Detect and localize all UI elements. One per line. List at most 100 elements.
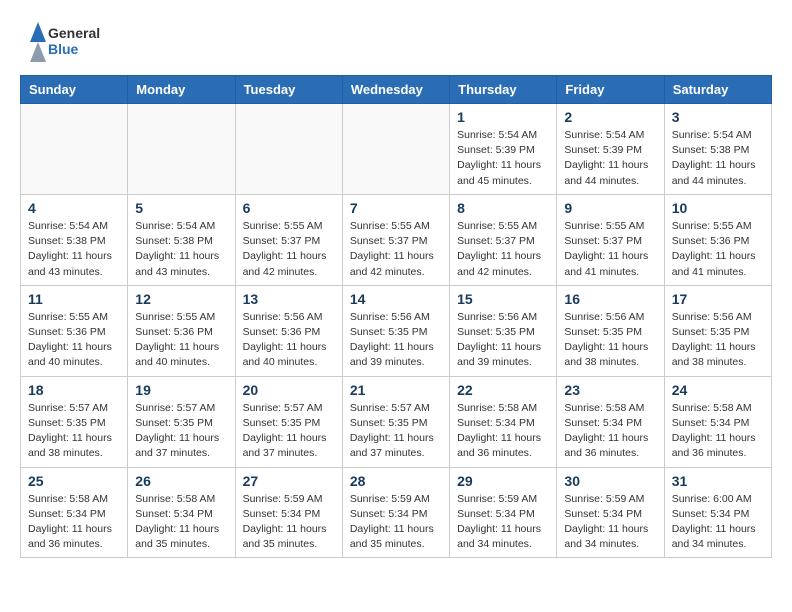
day-info: Sunrise: 5:55 AM Sunset: 5:37 PM Dayligh… xyxy=(350,219,442,280)
calendar-cell: 16Sunrise: 5:56 AM Sunset: 5:35 PM Dayli… xyxy=(557,285,664,376)
day-number: 7 xyxy=(350,200,442,216)
calendar-cell: 24 Sunrise: 5:58 AM Sunset: 5:34 PM Dayli… xyxy=(664,376,771,467)
svg-text:General: General xyxy=(48,25,100,41)
week-row-3: 11Sunrise: 5:55 AM Sunset: 5:36 PM Dayli… xyxy=(21,285,772,376)
week-row-5: 25 Sunrise: 5:58 AM Sunset: 5:34 PM Dayli… xyxy=(21,467,772,558)
day-number: 4 xyxy=(28,200,120,216)
day-number: 2 xyxy=(564,109,656,125)
day-number: 18 xyxy=(28,382,120,398)
weekday-header-tuesday: Tuesday xyxy=(235,76,342,104)
day-info: Sunrise: 5:55 AM Sunset: 5:36 PM Dayligh… xyxy=(672,219,764,280)
page-header: General Blue xyxy=(20,20,772,65)
day-info: Sunrise: 5:58 AM Sunset: 5:34 PM Dayligh… xyxy=(672,401,764,462)
calendar-cell: 17 Sunrise: 5:56 AM Sunset: 5:35 PM Dayli… xyxy=(664,285,771,376)
calendar-table: SundayMondayTuesdayWednesdayThursdayFrid… xyxy=(20,75,772,558)
calendar-body: 1Sunrise: 5:54 AM Sunset: 5:39 PM Daylig… xyxy=(21,104,772,558)
day-info: Sunrise: 5:54 AM Sunset: 5:39 PM Dayligh… xyxy=(564,128,656,189)
calendar-cell: 21 Sunrise: 5:57 AM Sunset: 5:35 PM Dayli… xyxy=(342,376,449,467)
calendar-cell: 14Sunrise: 5:56 AM Sunset: 5:35 PM Dayli… xyxy=(342,285,449,376)
calendar-cell: 29 Sunrise: 5:59 AM Sunset: 5:34 PM Dayli… xyxy=(450,467,557,558)
day-info: Sunrise: 5:58 AM Sunset: 5:34 PM Dayligh… xyxy=(564,401,656,462)
day-info: Sunrise: 5:55 AM Sunset: 5:37 PM Dayligh… xyxy=(564,219,656,280)
calendar-cell: 11Sunrise: 5:55 AM Sunset: 5:36 PM Dayli… xyxy=(21,285,128,376)
day-number: 30 xyxy=(564,473,656,489)
logo: General Blue xyxy=(20,20,110,65)
calendar-cell: 3 Sunrise: 5:54 AM Sunset: 5:38 PM Daylig… xyxy=(664,104,771,195)
day-info: Sunrise: 5:56 AM Sunset: 5:35 PM Dayligh… xyxy=(457,310,549,371)
weekday-header-row: SundayMondayTuesdayWednesdayThursdayFrid… xyxy=(21,76,772,104)
day-number: 24 xyxy=(672,382,764,398)
svg-text:Blue: Blue xyxy=(48,41,79,57)
day-info: Sunrise: 5:55 AM Sunset: 5:37 PM Dayligh… xyxy=(243,219,335,280)
calendar-cell: 18 Sunrise: 5:57 AM Sunset: 5:35 PM Dayli… xyxy=(21,376,128,467)
calendar-cell: 1Sunrise: 5:54 AM Sunset: 5:39 PM Daylig… xyxy=(450,104,557,195)
calendar-cell: 19 Sunrise: 5:57 AM Sunset: 5:35 PM Dayli… xyxy=(128,376,235,467)
day-info: Sunrise: 5:54 AM Sunset: 5:39 PM Dayligh… xyxy=(457,128,549,189)
day-number: 9 xyxy=(564,200,656,216)
calendar-cell: 22 Sunrise: 5:58 AM Sunset: 5:34 PM Dayli… xyxy=(450,376,557,467)
day-number: 3 xyxy=(672,109,764,125)
day-number: 22 xyxy=(457,382,549,398)
calendar-cell: 7 Sunrise: 5:55 AM Sunset: 5:37 PM Daylig… xyxy=(342,194,449,285)
day-info: Sunrise: 5:57 AM Sunset: 5:35 PM Dayligh… xyxy=(350,401,442,462)
day-number: 8 xyxy=(457,200,549,216)
calendar-cell: 4 Sunrise: 5:54 AM Sunset: 5:38 PM Daylig… xyxy=(21,194,128,285)
day-number: 13 xyxy=(243,291,335,307)
day-info: Sunrise: 5:54 AM Sunset: 5:38 PM Dayligh… xyxy=(135,219,227,280)
day-info: Sunrise: 5:56 AM Sunset: 5:35 PM Dayligh… xyxy=(350,310,442,371)
day-number: 29 xyxy=(457,473,549,489)
logo-svg: General Blue xyxy=(20,20,110,65)
calendar-cell xyxy=(342,104,449,195)
day-number: 28 xyxy=(350,473,442,489)
week-row-4: 18 Sunrise: 5:57 AM Sunset: 5:35 PM Dayli… xyxy=(21,376,772,467)
day-info: Sunrise: 5:58 AM Sunset: 5:34 PM Dayligh… xyxy=(28,492,120,553)
calendar-cell: 5Sunrise: 5:54 AM Sunset: 5:38 PM Daylig… xyxy=(128,194,235,285)
day-info: Sunrise: 5:57 AM Sunset: 5:35 PM Dayligh… xyxy=(135,401,227,462)
day-number: 19 xyxy=(135,382,227,398)
calendar-cell: 25 Sunrise: 5:58 AM Sunset: 5:34 PM Dayli… xyxy=(21,467,128,558)
day-info: Sunrise: 5:55 AM Sunset: 5:36 PM Dayligh… xyxy=(135,310,227,371)
day-number: 15 xyxy=(457,291,549,307)
calendar-cell: 31Sunrise: 6:00 AM Sunset: 5:34 PM Dayli… xyxy=(664,467,771,558)
day-number: 25 xyxy=(28,473,120,489)
day-info: Sunrise: 5:59 AM Sunset: 5:34 PM Dayligh… xyxy=(564,492,656,553)
day-number: 21 xyxy=(350,382,442,398)
day-info: Sunrise: 5:57 AM Sunset: 5:35 PM Dayligh… xyxy=(28,401,120,462)
day-number: 20 xyxy=(243,382,335,398)
day-info: Sunrise: 6:00 AM Sunset: 5:34 PM Dayligh… xyxy=(672,492,764,553)
weekday-header-friday: Friday xyxy=(557,76,664,104)
day-info: Sunrise: 5:59 AM Sunset: 5:34 PM Dayligh… xyxy=(457,492,549,553)
day-info: Sunrise: 5:58 AM Sunset: 5:34 PM Dayligh… xyxy=(135,492,227,553)
calendar-cell: 2 Sunrise: 5:54 AM Sunset: 5:39 PM Daylig… xyxy=(557,104,664,195)
calendar-header: SundayMondayTuesdayWednesdayThursdayFrid… xyxy=(21,76,772,104)
calendar-cell: 9 Sunrise: 5:55 AM Sunset: 5:37 PM Daylig… xyxy=(557,194,664,285)
calendar-cell: 15 Sunrise: 5:56 AM Sunset: 5:35 PM Dayli… xyxy=(450,285,557,376)
calendar-cell: 28Sunrise: 5:59 AM Sunset: 5:34 PM Dayli… xyxy=(342,467,449,558)
calendar-cell: 13 Sunrise: 5:56 AM Sunset: 5:36 PM Dayli… xyxy=(235,285,342,376)
day-number: 6 xyxy=(243,200,335,216)
day-number: 26 xyxy=(135,473,227,489)
calendar-cell: 8 Sunrise: 5:55 AM Sunset: 5:37 PM Daylig… xyxy=(450,194,557,285)
calendar-cell: 26 Sunrise: 5:58 AM Sunset: 5:34 PM Dayli… xyxy=(128,467,235,558)
weekday-header-sunday: Sunday xyxy=(21,76,128,104)
day-info: Sunrise: 5:55 AM Sunset: 5:37 PM Dayligh… xyxy=(457,219,549,280)
calendar-cell xyxy=(21,104,128,195)
weekday-header-saturday: Saturday xyxy=(664,76,771,104)
day-info: Sunrise: 5:54 AM Sunset: 5:38 PM Dayligh… xyxy=(672,128,764,189)
calendar-cell: 23Sunrise: 5:58 AM Sunset: 5:34 PM Dayli… xyxy=(557,376,664,467)
week-row-2: 4 Sunrise: 5:54 AM Sunset: 5:38 PM Daylig… xyxy=(21,194,772,285)
calendar-cell: 12Sunrise: 5:55 AM Sunset: 5:36 PM Dayli… xyxy=(128,285,235,376)
calendar-cell xyxy=(128,104,235,195)
day-info: Sunrise: 5:56 AM Sunset: 5:35 PM Dayligh… xyxy=(672,310,764,371)
calendar-cell: 27Sunrise: 5:59 AM Sunset: 5:34 PM Dayli… xyxy=(235,467,342,558)
week-row-1: 1Sunrise: 5:54 AM Sunset: 5:39 PM Daylig… xyxy=(21,104,772,195)
day-info: Sunrise: 5:58 AM Sunset: 5:34 PM Dayligh… xyxy=(457,401,549,462)
day-info: Sunrise: 5:55 AM Sunset: 5:36 PM Dayligh… xyxy=(28,310,120,371)
day-number: 27 xyxy=(243,473,335,489)
day-info: Sunrise: 5:56 AM Sunset: 5:36 PM Dayligh… xyxy=(243,310,335,371)
day-number: 17 xyxy=(672,291,764,307)
day-info: Sunrise: 5:54 AM Sunset: 5:38 PM Dayligh… xyxy=(28,219,120,280)
calendar-cell: 30 Sunrise: 5:59 AM Sunset: 5:34 PM Dayli… xyxy=(557,467,664,558)
weekday-header-monday: Monday xyxy=(128,76,235,104)
day-number: 10 xyxy=(672,200,764,216)
